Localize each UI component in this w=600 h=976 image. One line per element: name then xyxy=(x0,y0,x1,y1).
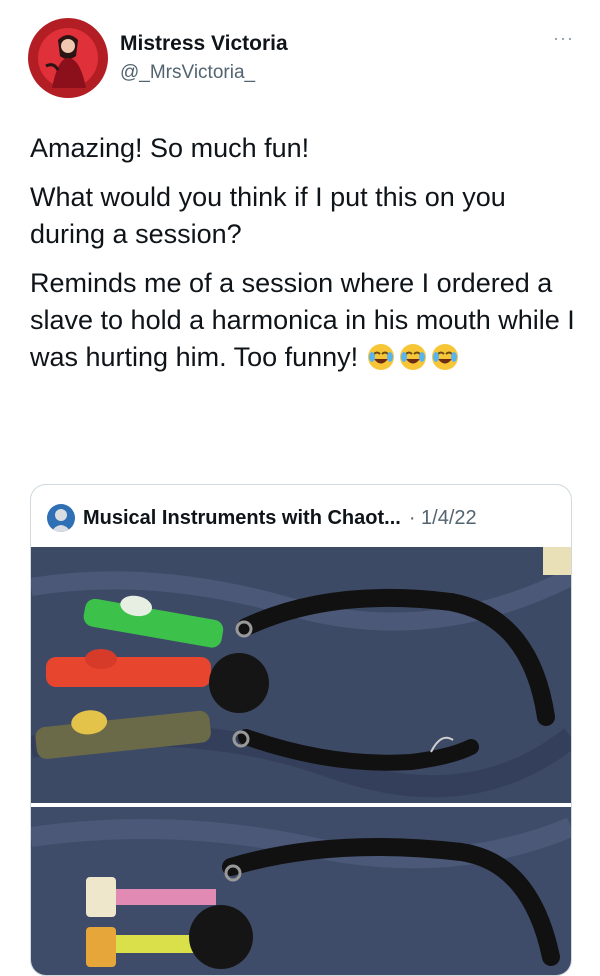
face-with-tears-of-joy-icon xyxy=(399,344,426,370)
tweet-paragraph: What would you think if I put this on yo… xyxy=(30,182,506,249)
tweet-paragraph-text: Reminds me of a session where I ordered … xyxy=(30,268,575,372)
quoted-tweet-header: Musical Instruments with Chaot... · 1/4/… xyxy=(47,503,477,533)
face-with-tears-of-joy-icon xyxy=(367,344,394,370)
party-horns-and-ball-gag-photo[interactable] xyxy=(31,807,571,975)
kazoos-and-ball-gag-photo[interactable] xyxy=(31,547,571,803)
tweet-text: Amazing! So much fun! What would you thi… xyxy=(30,130,575,388)
author-name[interactable]: Mistress Victoria xyxy=(120,32,288,56)
author-handle[interactable]: @_MrsVictoria_ xyxy=(120,62,255,84)
quoted-tweet[interactable]: Musical Instruments with Chaot... · 1/4/… xyxy=(30,484,572,976)
tweet-paragraph: Amazing! So much fun! xyxy=(30,133,310,163)
face-with-tears-of-joy-icon xyxy=(431,344,458,370)
quoted-author-name[interactable]: Musical Instruments with Chaot... xyxy=(83,507,401,530)
tweet-header: Mistress Victoria @_MrsVictoria_ ··· xyxy=(28,18,578,100)
tweet-paragraph: Reminds me of a session where I ordered … xyxy=(30,265,575,376)
more-options-icon[interactable]: ··· xyxy=(553,28,574,49)
author-avatar[interactable] xyxy=(28,18,108,98)
quoted-date[interactable]: · 1/4/22 xyxy=(409,507,477,530)
quoted-author-avatar[interactable] xyxy=(47,504,75,532)
